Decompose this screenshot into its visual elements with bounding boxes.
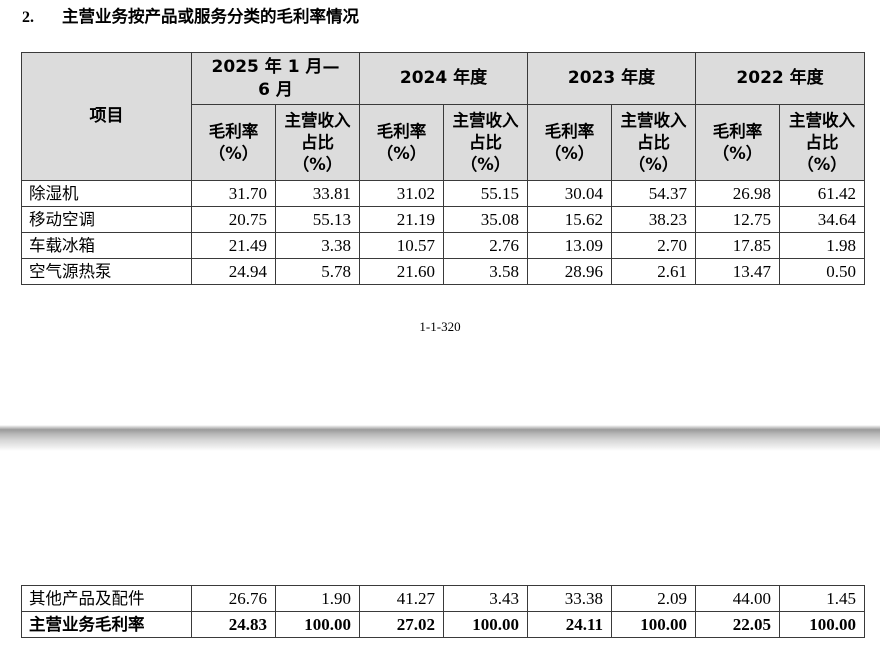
cell-revenue-share: 5.78 <box>275 258 360 285</box>
cell-revenue-share: 2.09 <box>611 585 696 612</box>
cell-revenue-share: 38.23 <box>611 206 697 233</box>
row-label: 主营业务毛利率 <box>21 611 192 638</box>
page-number: 1-1-320 <box>419 319 461 334</box>
header-revenue-share: 主营收入占比（%） <box>275 104 360 181</box>
row-label: 其他产品及配件 <box>21 585 192 612</box>
header-item: 项目 <box>21 52 192 181</box>
cell-revenue-share: 3.38 <box>275 232 360 259</box>
cell-revenue-share: 3.58 <box>442 258 529 285</box>
gross-margin-table-continued: 其他产品及配件 26.76 1.90 41.27 3.43 33.38 2.09 44.00 1… <box>21 585 865 638</box>
table-row: 移动空调 20.75 55.13 21.19 35.08 15.62 38.23 12.75 3… <box>21 206 866 233</box>
section-number: 2. <box>22 9 34 26</box>
row-label: 车载冰箱 <box>21 232 192 259</box>
page-break <box>0 425 880 451</box>
cell-revenue-share: 2.76 <box>442 232 529 259</box>
header-revenue-share: 主营收入占比（%） <box>442 104 529 181</box>
cell-gross-margin: 21.19 <box>359 206 444 233</box>
cell-gross-margin: 20.75 <box>191 206 276 233</box>
table-row: 车载冰箱 21.49 3.38 10.57 2.76 13.09 2.70 17.85 1.98 <box>21 232 866 259</box>
section-heading: 2. 主营业务按产品或服务分类的毛利率情况 <box>22 4 359 31</box>
header-period-2024: 2024 年度 <box>358 52 529 105</box>
cell-revenue-share: 1.45 <box>779 585 865 612</box>
cell-revenue-share: 100.00 <box>443 611 528 638</box>
cell-gross-margin: 24.83 <box>191 611 276 638</box>
header-revenue-share: 主营收入占比（%） <box>611 104 697 181</box>
cell-gross-margin: 30.04 <box>527 180 613 207</box>
cell-gross-margin: 17.85 <box>695 232 781 259</box>
cell-revenue-share: 1.98 <box>779 232 866 259</box>
cell-gross-margin: 12.75 <box>695 206 781 233</box>
cell-revenue-share: 1.90 <box>275 585 360 612</box>
cell-revenue-share: 100.00 <box>779 611 865 638</box>
header-gross-margin: 毛利率（%） <box>527 104 613 181</box>
cell-gross-margin: 24.94 <box>191 258 276 285</box>
cell-gross-margin: 33.38 <box>527 585 612 612</box>
cell-revenue-share: 33.81 <box>275 180 360 207</box>
table-row: 主营业务毛利率 24.83 100.00 27.02 100.00 24.11 100.00… <box>21 611 865 638</box>
row-label: 空气源热泵 <box>21 258 192 285</box>
cell-revenue-share: 54.37 <box>611 180 697 207</box>
gross-margin-table: 项目 2025 年 1 月—6 月 2024 年度 2023 年度 2022 年… <box>21 52 866 285</box>
cell-revenue-share: 35.08 <box>442 206 529 233</box>
cell-gross-margin: 31.02 <box>359 180 444 207</box>
cell-revenue-share: 34.64 <box>779 206 866 233</box>
section-title: 主营业务按产品或服务分类的毛利率情况 <box>62 7 359 26</box>
table-row: 其他产品及配件 26.76 1.90 41.27 3.43 33.38 2.09 44.00 1… <box>21 585 865 612</box>
cell-gross-margin: 21.49 <box>191 232 276 259</box>
header-gross-margin: 毛利率（%） <box>191 104 276 181</box>
cell-revenue-share: 100.00 <box>611 611 696 638</box>
header-gross-margin: 毛利率（%） <box>359 104 444 181</box>
cell-gross-margin: 15.62 <box>527 206 613 233</box>
header-period-2022: 2022 年度 <box>695 52 866 105</box>
cell-gross-margin: 28.96 <box>527 258 613 285</box>
cell-revenue-share: 100.00 <box>275 611 360 638</box>
cell-gross-margin: 26.76 <box>191 585 276 612</box>
cell-gross-margin: 44.00 <box>695 585 780 612</box>
cell-revenue-share: 55.13 <box>275 206 360 233</box>
cell-revenue-share: 3.43 <box>443 585 528 612</box>
row-label: 除湿机 <box>21 180 192 207</box>
cell-gross-margin: 13.47 <box>695 258 781 285</box>
cell-gross-margin: 21.60 <box>359 258 444 285</box>
header-revenue-share: 主营收入占比（%） <box>779 104 866 181</box>
cell-revenue-share: 2.70 <box>611 232 697 259</box>
cell-gross-margin: 22.05 <box>695 611 780 638</box>
cell-revenue-share: 0.50 <box>779 258 866 285</box>
cell-gross-margin: 24.11 <box>527 611 612 638</box>
row-label: 移动空调 <box>21 206 192 233</box>
cell-gross-margin: 41.27 <box>359 585 444 612</box>
header-period-2025h1: 2025 年 1 月—6 月 <box>191 52 360 105</box>
header-gross-margin: 毛利率（%） <box>695 104 781 181</box>
cell-gross-margin: 10.57 <box>359 232 444 259</box>
header-period-2023: 2023 年度 <box>527 52 697 105</box>
cell-revenue-share: 55.15 <box>442 180 529 207</box>
table-row: 空气源热泵 24.94 5.78 21.60 3.58 28.96 2.61 13.47 0.5… <box>21 258 866 285</box>
cell-revenue-share: 2.61 <box>611 258 697 285</box>
cell-gross-margin: 31.70 <box>191 180 276 207</box>
cell-revenue-share: 61.42 <box>779 180 866 207</box>
cell-gross-margin: 27.02 <box>359 611 444 638</box>
cell-gross-margin: 13.09 <box>527 232 613 259</box>
cell-gross-margin: 26.98 <box>695 180 781 207</box>
table-row: 除湿机 31.70 33.81 31.02 55.15 30.04 54.37 26.98 61… <box>21 180 866 207</box>
